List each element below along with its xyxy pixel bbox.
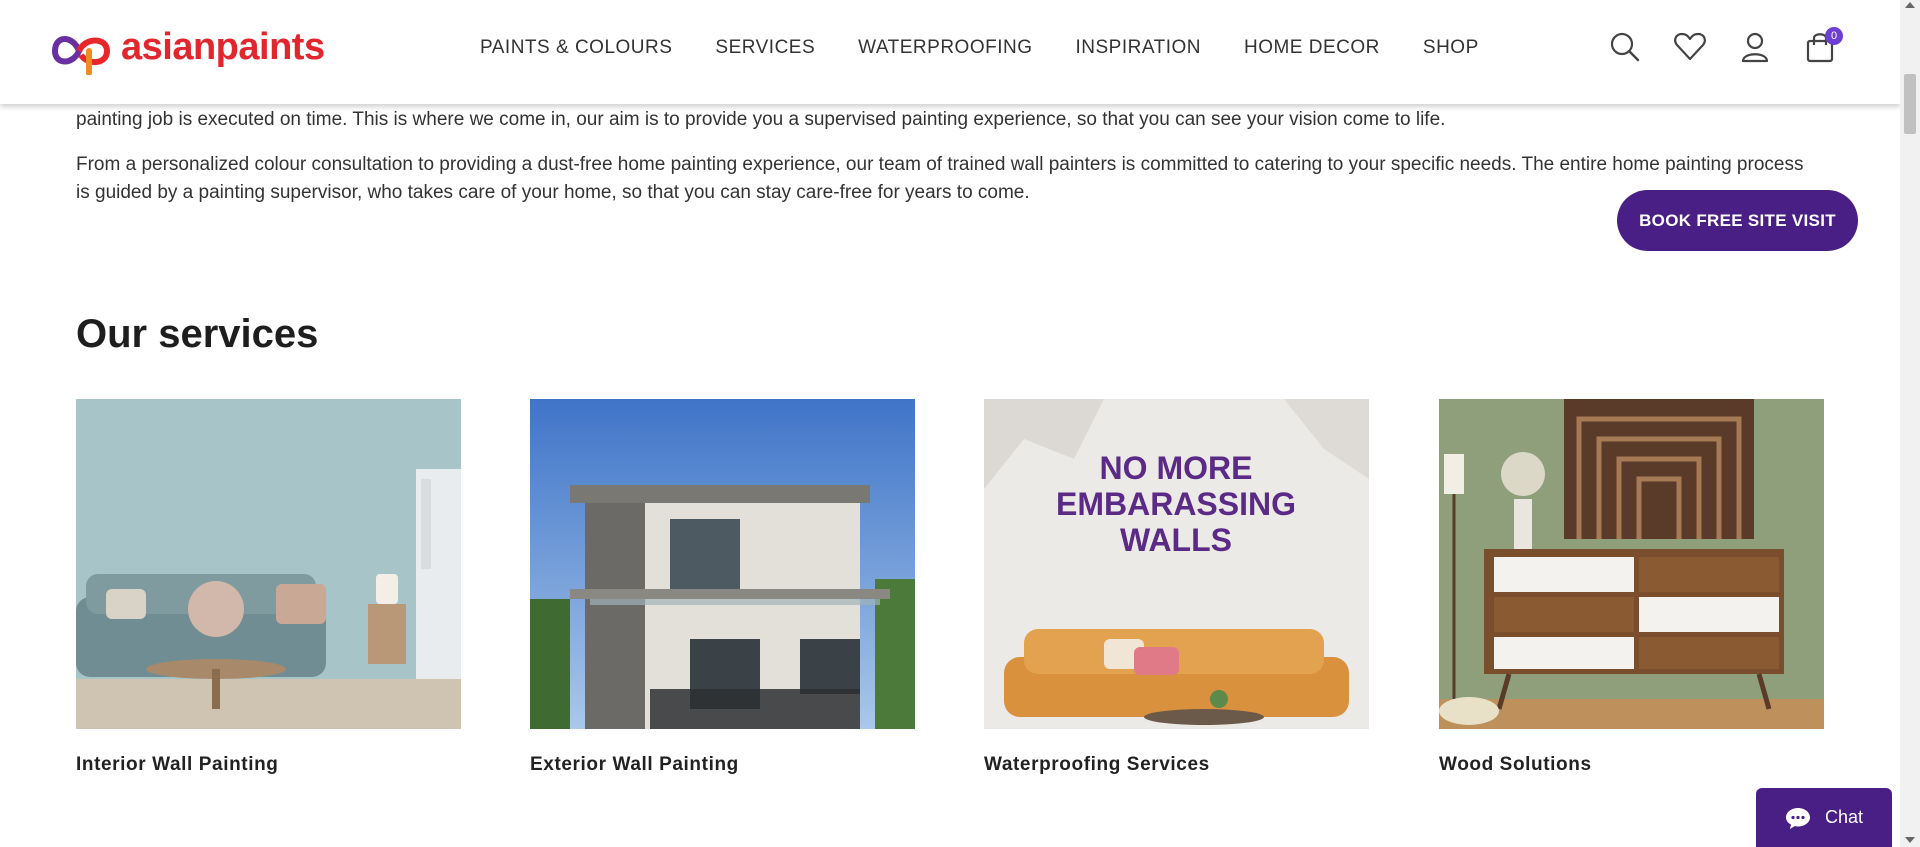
exterior-house-image (530, 399, 915, 729)
cart-count-badge: 0 (1825, 27, 1843, 45)
scroll-down-arrow-icon[interactable] (1905, 837, 1915, 843)
brand-logo[interactable]: asianpaints (49, 24, 325, 76)
nav-item-waterproofing[interactable]: WATERPROOFING (858, 37, 1032, 59)
intro-paragraph-2: From a personalized colour consultation … (76, 154, 1804, 203)
wishlist-heart-icon[interactable] (1673, 30, 1707, 64)
chat-button[interactable]: Chat (1756, 788, 1892, 847)
service-card-wood-solutions[interactable]: Wood Solutions (1439, 399, 1824, 776)
nav-item-inspiration[interactable]: INSPIRATION (1075, 37, 1201, 59)
nav-item-home-decor[interactable]: HOME DECOR (1244, 37, 1380, 59)
service-card-label: Interior Wall Painting (76, 754, 279, 775)
service-card-label: Wood Solutions (1439, 754, 1592, 775)
promo-line-3: WALLS (1120, 522, 1232, 558)
scrollbar-thumb[interactable] (1904, 74, 1916, 134)
brand-name: asianpaints (121, 25, 325, 68)
waterproofing-promo-image: NO MORE EMBARASSING WALLS (984, 399, 1369, 729)
service-card-label: Exterior Wall Painting (530, 754, 739, 775)
page-scrollbar[interactable] (1900, 0, 1920, 847)
nav-item-paints-colours[interactable]: PAINTS & COLOURS (480, 37, 672, 59)
site-header: asianpaints PAINTS & COLOURS SERVICES WA… (0, 0, 1900, 104)
service-card-interior-wall-painting[interactable]: Interior Wall Painting (76, 399, 461, 776)
promo-line-1: NO MORE (1100, 450, 1253, 486)
wood-sideboard-image (1439, 399, 1824, 729)
chat-label: Chat (1824, 807, 1864, 827)
service-card-exterior-wall-painting[interactable]: Exterior Wall Painting (530, 399, 915, 776)
nav-item-shop[interactable]: SHOP (1423, 37, 1479, 59)
user-account-icon[interactable] (1738, 30, 1772, 64)
service-card-waterproofing-services[interactable]: NO MORE EMBARASSING WALLS Waterproofing … (984, 399, 1369, 776)
service-card-label: Waterproofing Services (984, 754, 1210, 775)
intro-paragraph-1: painting job is executed on time. This i… (76, 109, 1446, 130)
scroll-up-arrow-icon[interactable] (1905, 2, 1915, 8)
promo-line-2: EMBARASSING (1056, 486, 1296, 522)
header-actions: 0 (1608, 27, 1843, 64)
interior-room-image (76, 399, 461, 729)
cart-bag-icon[interactable]: 0 (1803, 27, 1843, 64)
nav-item-services[interactable]: SERVICES (715, 37, 815, 59)
section-title-our-services: Our services (76, 312, 319, 356)
asianpaints-logo-mark-icon (51, 36, 111, 75)
search-icon[interactable] (1608, 30, 1642, 64)
main-nav: PAINTS & COLOURS SERVICES WATERPROOFING … (480, 0, 1522, 96)
chat-bubble-icon (1785, 807, 1810, 829)
book-free-site-visit-button[interactable]: BOOK FREE SITE VISIT (1617, 190, 1858, 251)
